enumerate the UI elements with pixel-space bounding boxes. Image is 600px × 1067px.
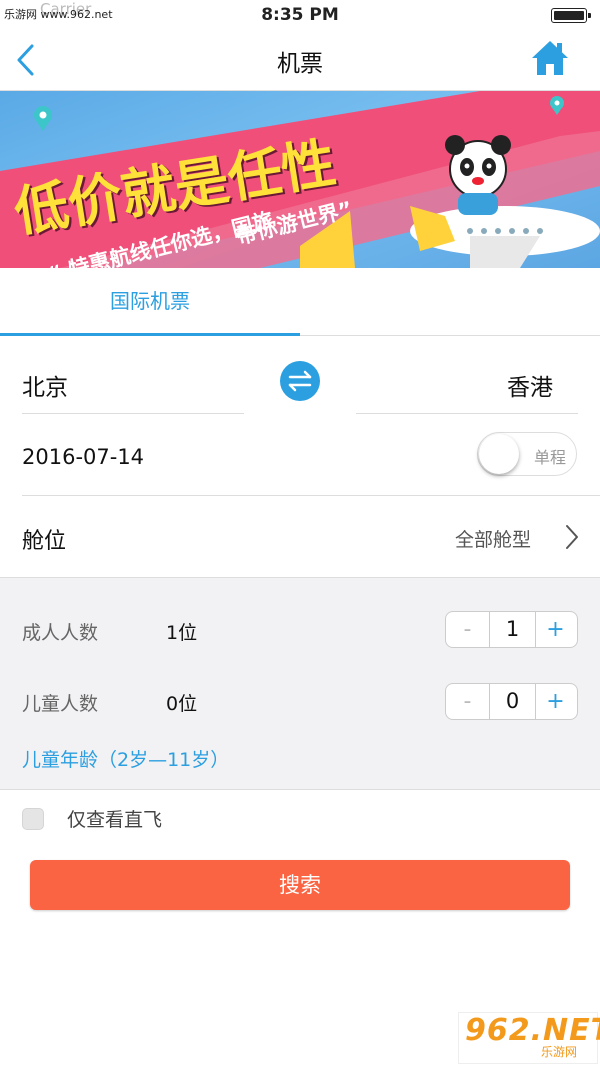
nav-bar: 机票: [0, 30, 600, 91]
departure-date[interactable]: 2016-07-14: [22, 445, 144, 469]
adult-decrement-button[interactable]: -: [446, 612, 489, 647]
airplane-illustration: [410, 206, 600, 268]
promo-banner[interactable]: 低价就是任性 “ 特惠航线任你选，国旅 带你游世界”: [0, 91, 600, 268]
direct-only-checkbox[interactable]: [22, 808, 44, 830]
footer-watermark: 962.NET 乐游网: [458, 1012, 600, 1064]
divider: [22, 413, 244, 414]
search-button[interactable]: 搜索: [30, 860, 570, 910]
tab-international-flights[interactable]: 国际机票: [0, 268, 300, 335]
map-pin-icon: [34, 106, 52, 131]
swap-cities-button[interactable]: [280, 361, 320, 401]
trip-type-label: 单程: [533, 448, 566, 467]
divider: [356, 413, 578, 414]
adult-stepper: - 1 +: [445, 611, 578, 648]
adult-count-label: 成人人数: [22, 622, 99, 644]
arrival-city[interactable]: 香港: [507, 368, 553, 402]
adult-increment-button[interactable]: +: [534, 612, 577, 647]
divider: [22, 495, 600, 496]
cabin-label: 舱位: [22, 529, 67, 554]
home-button[interactable]: [530, 38, 570, 78]
home-icon: [532, 41, 568, 75]
swap-arrows-icon: [288, 370, 312, 392]
child-stepper: - 0 +: [445, 683, 578, 720]
watermark-brand: 962.NET: [465, 1013, 600, 1048]
adult-count-text: 1位: [166, 622, 198, 644]
toggle-knob: [479, 434, 519, 474]
chevron-right-icon[interactable]: [565, 524, 579, 550]
child-decrement-button[interactable]: -: [446, 684, 489, 719]
battery-icon: [551, 8, 591, 23]
child-count-field[interactable]: 0: [489, 684, 536, 719]
child-count-label: 儿童人数: [22, 693, 99, 715]
child-increment-button[interactable]: +: [534, 684, 577, 719]
tab-active-indicator: [0, 333, 300, 336]
adult-count-field[interactable]: 1: [489, 612, 536, 647]
direct-only-label[interactable]: 仅查看直飞: [67, 805, 162, 832]
page-title: 机票: [277, 51, 323, 77]
tab-bar: 国际机票: [0, 268, 600, 336]
status-time: 8:35 PM: [261, 5, 339, 25]
cabin-select[interactable]: 全部舱型: [455, 525, 531, 552]
child-age-link[interactable]: 儿童年龄（2岁—11岁）: [22, 745, 229, 772]
child-count-text: 0位: [166, 693, 198, 715]
trip-type-toggle[interactable]: 单程: [477, 432, 577, 476]
departure-city[interactable]: 北京: [22, 368, 68, 402]
watermark-sub: 乐游网: [541, 1045, 578, 1059]
status-bar: Carrier 乐游网 www.962.net 8:35 PM: [0, 0, 600, 30]
